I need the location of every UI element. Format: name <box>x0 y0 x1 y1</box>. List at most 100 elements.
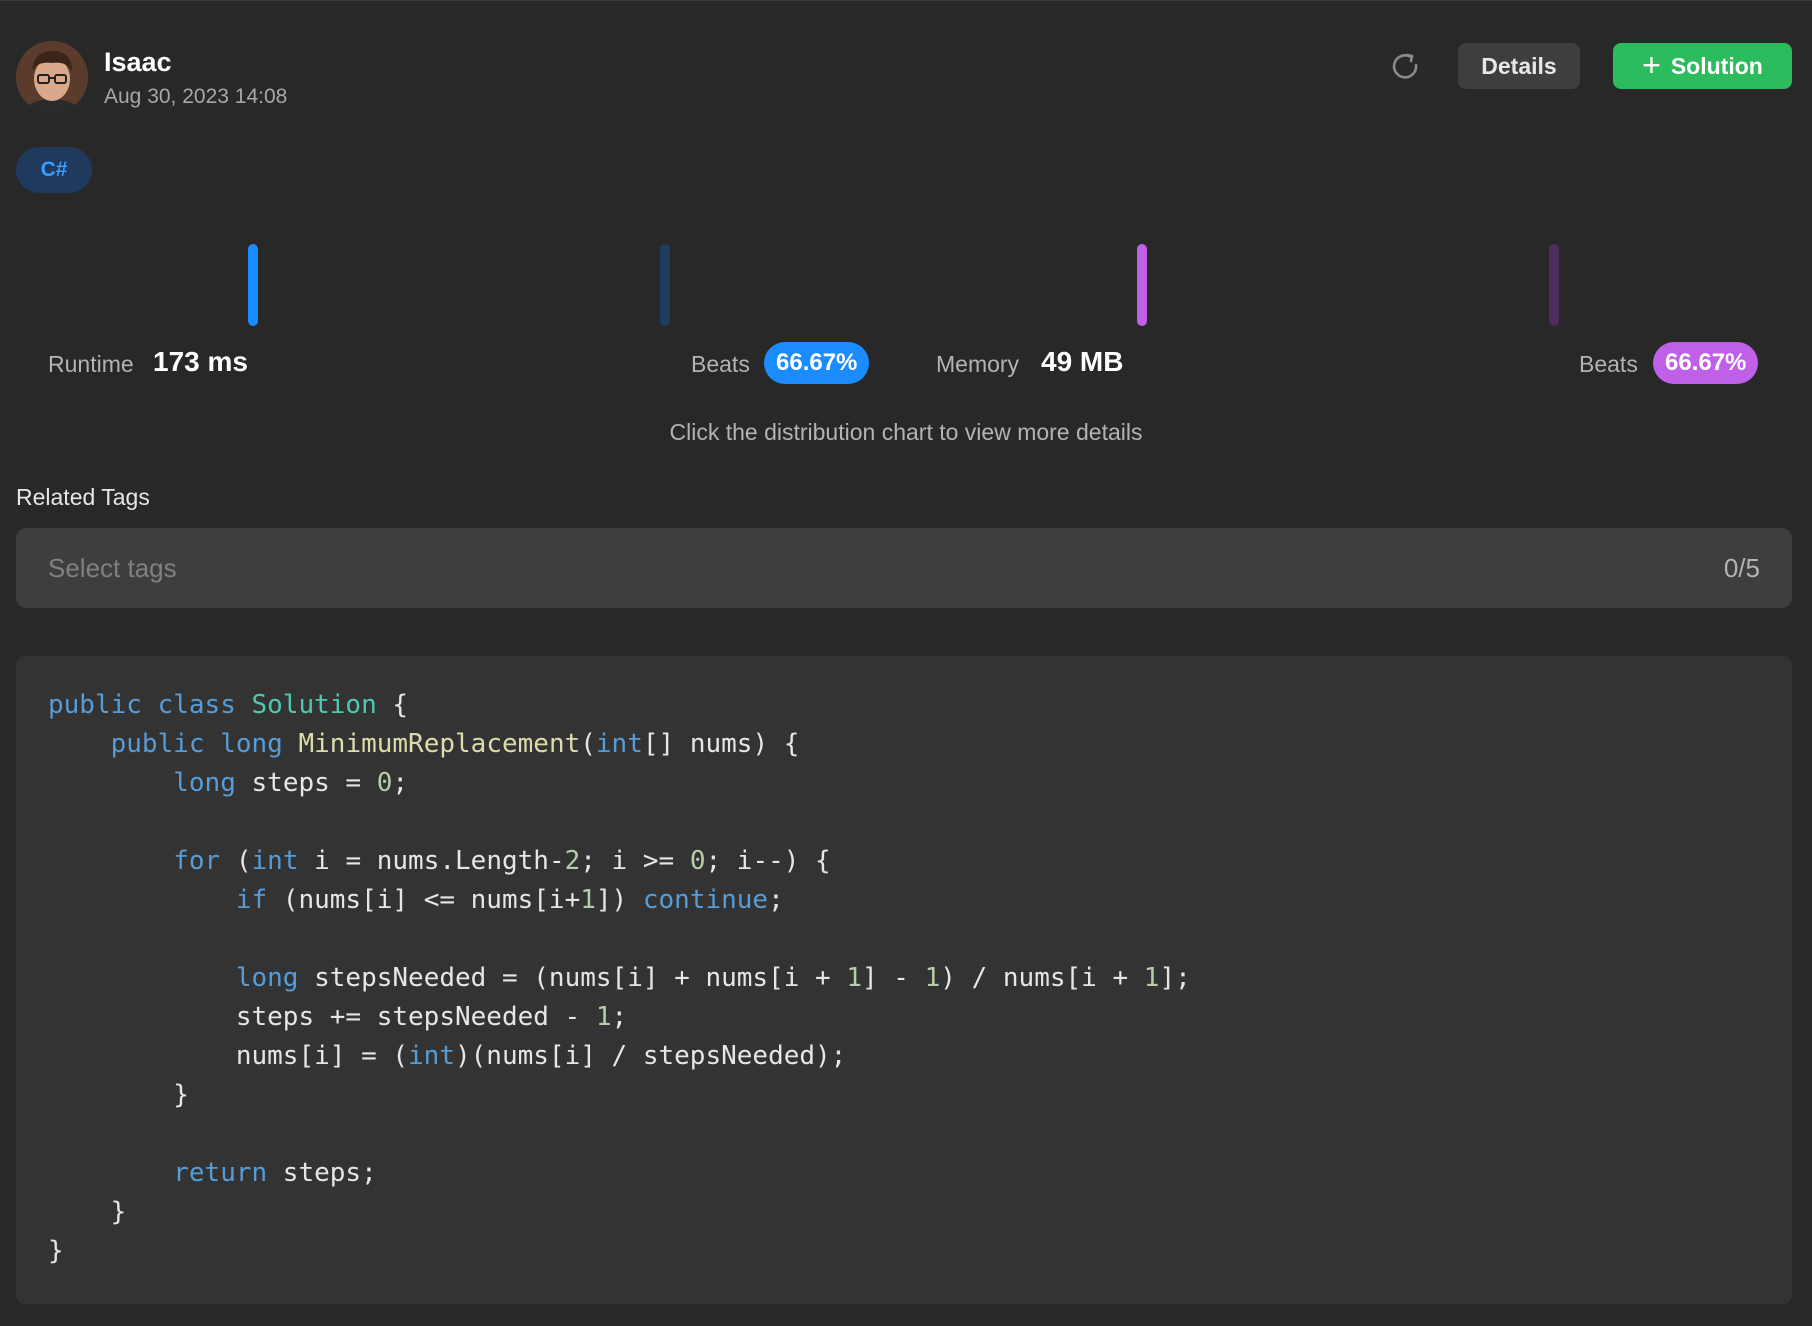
code-token: ]) <box>595 885 643 915</box>
code-line: for (int i = nums.Length-2; i >= 0; i--)… <box>48 842 1760 881</box>
add-solution-button[interactable]: + Solution <box>1613 43 1792 89</box>
code-line: long stepsNeeded = (nums[i] + nums[i + 1… <box>48 959 1760 998</box>
code-token: MinimumReplacement <box>298 729 581 759</box>
code-line: } <box>48 1076 1760 1115</box>
code-token: )(nums[i] / stepsNeeded); <box>455 1041 847 1071</box>
code-token: ; i--) { <box>705 846 831 876</box>
memory-value: 49 MB <box>1041 346 1124 377</box>
memory-distribution-bar[interactable] <box>1549 244 1559 326</box>
tags-count: 0/5 <box>1723 552 1760 583</box>
code-token: for <box>173 846 221 876</box>
language-badge: C# <box>16 147 92 193</box>
code-token: return <box>173 1158 268 1188</box>
code-token: if <box>235 885 268 915</box>
code-token: ( <box>220 846 252 876</box>
code-token: 1 <box>924 963 941 993</box>
runtime-beats-badge: 66.67% <box>764 342 870 384</box>
code-token: long <box>235 963 299 993</box>
distribution-hint: Click the distribution chart to view mor… <box>669 419 1143 445</box>
code-token: } <box>48 1236 64 1266</box>
code-token: 0 <box>376 768 393 798</box>
code-token: long <box>173 768 236 798</box>
code-token: 1 <box>1143 963 1160 993</box>
code-token: 1 <box>580 885 596 915</box>
code-line: return steps; <box>48 1154 1760 1193</box>
code-line: nums[i] = (int)(nums[i] / stepsNeeded); <box>48 1037 1760 1076</box>
code-token: ; <box>768 885 784 915</box>
code-token: continue <box>642 885 769 915</box>
code-token: (nums[i] <= nums[i+ <box>267 885 581 915</box>
runtime-value: 173 ms <box>153 346 248 377</box>
code-line: if (nums[i] <= nums[i+1]) continue; <box>48 881 1760 920</box>
code-token: long <box>220 729 283 759</box>
tags-placeholder: Select tags <box>48 552 177 583</box>
code-token: nums[i] = ( <box>48 1041 409 1071</box>
code-token: } <box>48 1080 189 1110</box>
code-token: ( <box>580 729 596 759</box>
details-button[interactable]: Details <box>1458 43 1580 89</box>
code-token: public <box>48 690 142 720</box>
submission-detail-page: Isaac Aug 30, 2023 14:08 Details + Solut… <box>0 1 1812 1326</box>
code-token: { <box>376 690 409 720</box>
code-block[interactable]: public class Solution { public long Mini… <box>16 656 1792 1304</box>
add-solution-label: Solution <box>1670 52 1763 79</box>
code-token: class <box>157 690 236 720</box>
memory-distribution-bar-active[interactable] <box>1137 244 1147 326</box>
code-line: steps += stepsNeeded - 1; <box>48 998 1760 1037</box>
code-line: long steps = 0; <box>48 764 1760 803</box>
code-token: ]; <box>1159 963 1191 993</box>
runtime-beats-label: Beats <box>691 351 750 377</box>
related-tags-label: Related Tags <box>16 484 150 510</box>
code-token: 2 <box>564 846 581 876</box>
code-token: ; <box>611 1002 628 1032</box>
code-token: int <box>251 846 299 876</box>
refresh-icon[interactable] <box>1390 51 1422 83</box>
code-token: } <box>48 1197 127 1227</box>
code-line: public class Solution { <box>48 686 1760 725</box>
code-token: 1 <box>595 1002 612 1032</box>
tags-select-input[interactable]: Select tags 0/5 <box>16 528 1792 608</box>
code-token: public <box>110 729 205 759</box>
code-token: [] nums) { <box>642 729 800 759</box>
code-token: 1 <box>846 963 862 993</box>
runtime-distribution-bar[interactable] <box>660 244 670 326</box>
memory-beats-badge: 66.67% <box>1653 342 1759 384</box>
code-token: 0 <box>689 846 706 876</box>
code-token: steps += stepsNeeded - <box>48 1002 596 1032</box>
code-token: ; i >= <box>580 846 690 876</box>
code-line: } <box>48 1232 1760 1271</box>
code-token: ) / nums[i + <box>940 963 1144 993</box>
plus-icon: + <box>1642 46 1661 83</box>
code-token: steps; <box>267 1158 377 1188</box>
submission-timestamp: Aug 30, 2023 14:08 <box>104 85 288 108</box>
user-name[interactable]: Isaac <box>104 47 172 78</box>
code-token: steps = <box>235 768 377 798</box>
code-token: stepsNeeded = (nums[i] + nums[i + <box>298 963 847 993</box>
runtime-label: Runtime <box>48 351 134 377</box>
code-line: } <box>48 1193 1760 1232</box>
code-token: ; <box>392 768 409 798</box>
code-line: public long MinimumReplacement(int[] num… <box>48 725 1760 764</box>
code-token: int <box>595 729 643 759</box>
code-token: Solution <box>251 690 377 720</box>
code-token: int <box>408 1041 455 1071</box>
code-token: i = nums.Length- <box>298 846 565 876</box>
code-token: ] - <box>862 963 925 993</box>
memory-beats-label: Beats <box>1579 351 1638 377</box>
memory-label: Memory <box>936 351 1020 377</box>
runtime-distribution-bar-active[interactable] <box>248 244 258 326</box>
user-avatar[interactable] <box>16 41 88 113</box>
